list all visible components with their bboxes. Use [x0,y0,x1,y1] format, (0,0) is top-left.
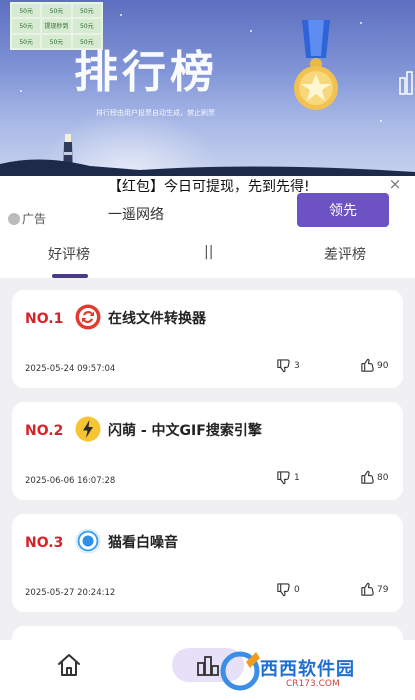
list-item[interactable]: NO.1 在线文件转换器 2025-05-24 09:57:04 3 90 [12,290,403,388]
dislike-count: 3 [294,360,300,371]
app-name[interactable]: 在线文件转换器 [108,308,206,328]
rank-number: NO.3 [25,535,64,551]
timestamp: 2025-06-06 16:07:28 [25,476,116,486]
list-item[interactable]: NO.2 闪萌 - 中文GIF搜索引擎 2025-06-06 16:07:28 … [12,402,403,500]
file-converter-icon [75,304,101,330]
like-button[interactable]: 80 [360,470,388,485]
timestamp: 2025-05-24 09:57:04 [25,364,116,374]
dislike-button[interactable]: 3 [276,358,300,373]
thumbs-down-icon [277,359,290,373]
watermark-text: 西西软件园 [260,659,355,680]
ranking-bars-icon [399,71,413,95]
ad-brand: 一遥网络 [108,207,164,223]
ad-action-button[interactable]: 领先 [297,193,389,227]
like-count: 79 [377,584,389,595]
tab-bad-reviews[interactable]: 差评榜 [324,244,366,264]
tab-good-reviews[interactable]: 好评榜 [48,244,90,264]
medal-icon [294,20,338,110]
watermark-url: CR173.COM [286,679,340,689]
home-icon[interactable] [56,652,82,678]
list-item[interactable]: NO.3 猫看白噪音 2025-05-27 20:24:12 0 79 [12,514,403,612]
timestamp: 2025-05-27 20:24:12 [25,588,116,598]
like-button[interactable]: 90 [360,358,388,373]
like-count: 80 [377,472,389,483]
rank-number: NO.2 [25,423,64,439]
like-button[interactable]: 79 [360,582,388,597]
app-name[interactable]: 猫看白噪音 [108,532,178,552]
white-noise-icon [75,528,101,554]
thumbs-down-icon [277,471,290,485]
active-tab-indicator [52,274,88,278]
app-name[interactable]: 闪萌 - 中文GIF搜索引擎 [108,420,262,440]
ad-thumbnail[interactable]: 50元 50元 50元 50元 提现秒到 50元 50元 50元 50元 [10,2,103,50]
ad-title[interactable]: 【红包】今日可提现，先到先得! [108,176,310,196]
page-subtitle: 排行榜由用户投票自动生成，禁止刷票 [96,109,215,117]
thumbs-down-icon [277,583,290,597]
thumbs-up-icon [361,582,374,596]
ad-logo-icon [8,212,20,225]
thumbs-up-icon [361,358,374,372]
tab-separator: || [204,244,214,260]
rank-number: NO.1 [25,311,64,327]
dislike-count: 0 [294,584,300,595]
like-count: 90 [377,360,389,371]
close-icon[interactable]: × [388,177,402,192]
ranking-tabs: 好评榜 || 差评榜 [0,230,415,278]
dislike-count: 1 [294,472,300,483]
dislike-button[interactable]: 1 [276,470,300,485]
dislike-button[interactable]: 0 [276,582,300,597]
ad-label: 广告 [8,210,46,227]
thumbs-up-icon [361,470,374,484]
lightning-icon [75,416,101,442]
